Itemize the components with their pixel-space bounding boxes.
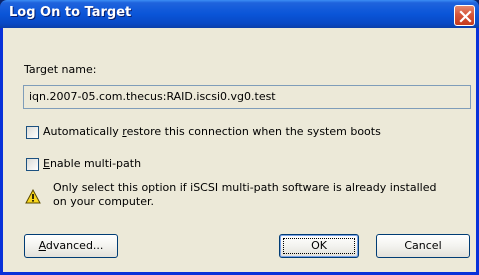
advanced-button[interactable]: Advanced... <box>24 234 118 258</box>
ok-button[interactable]: OK <box>279 234 359 258</box>
focus-rectangle <box>283 238 355 254</box>
auto-restore-label[interactable]: Automatically restore this connection wh… <box>43 125 381 138</box>
warning-icon <box>25 189 41 204</box>
window-title: Log On to Target <box>9 5 132 20</box>
target-name-value: iqn.2007-05.com.thecus:RAID.iscsi0.vg0.t… <box>29 90 276 103</box>
warning-text-line2: on your computer. <box>53 195 154 208</box>
cancel-button[interactable]: Cancel <box>376 234 470 258</box>
multipath-checkbox[interactable] <box>26 158 39 171</box>
multipath-label[interactable]: Enable multi-path <box>43 157 141 170</box>
warning-text-line1: Only select this option if iSCSI multi-p… <box>53 181 437 194</box>
dialog-window: Log On to Target Target name: iqn.2007-0… <box>0 0 479 275</box>
title-bar[interactable]: Log On to Target <box>0 0 479 28</box>
target-name-label: Target name: <box>24 63 97 76</box>
close-button[interactable] <box>454 5 475 26</box>
auto-restore-checkbox[interactable] <box>26 126 39 139</box>
target-name-field[interactable]: iqn.2007-05.com.thecus:RAID.iscsi0.vg0.t… <box>23 85 471 109</box>
close-icon <box>459 10 472 23</box>
